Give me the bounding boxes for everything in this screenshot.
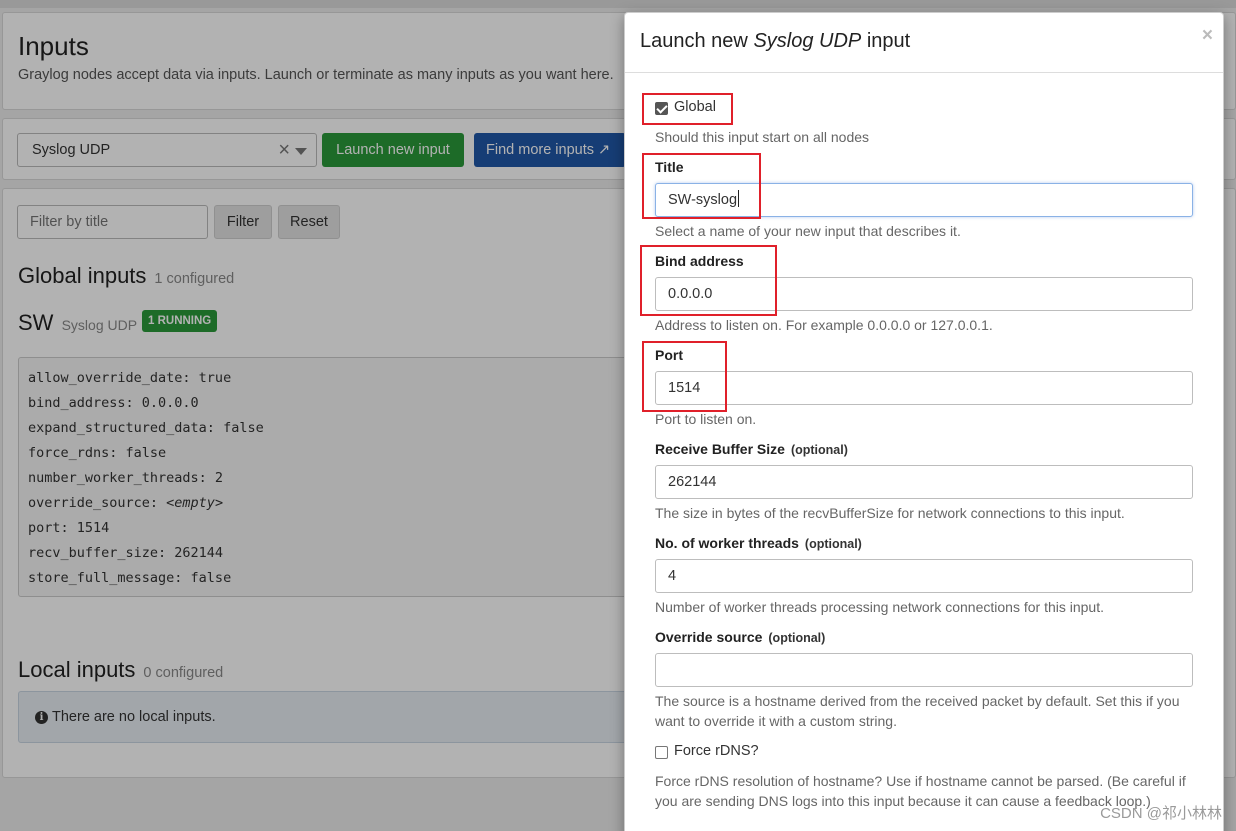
highlight-box-bind-address bbox=[640, 245, 777, 316]
recv-buffer-help: The size in bytes of the recvBufferSize … bbox=[655, 505, 1125, 521]
close-icon[interactable]: × bbox=[1202, 25, 1213, 47]
modal-header: Launch new Syslog UDP input × bbox=[625, 13, 1223, 73]
force-rdns-checkbox[interactable] bbox=[655, 746, 668, 759]
force-rdns-label[interactable]: Force rDNS? bbox=[674, 743, 759, 759]
worker-threads-label-text: No. of worker threads bbox=[655, 535, 799, 551]
highlight-box-global bbox=[642, 93, 733, 125]
worker-threads-input[interactable]: 4 bbox=[655, 559, 1193, 593]
recv-buffer-input[interactable]: 262144 bbox=[655, 465, 1193, 499]
modal-title-type: Syslog UDP bbox=[753, 30, 862, 52]
recv-buffer-label: Receive Buffer Size (optional) bbox=[655, 441, 848, 457]
title-help: Select a name of your new input that des… bbox=[655, 223, 961, 239]
worker-threads-help: Number of worker threads processing netw… bbox=[655, 599, 1104, 615]
bind-address-help: Address to listen on. For example 0.0.0.… bbox=[655, 317, 993, 333]
override-source-help: The source is a hostname derived from th… bbox=[655, 693, 1180, 729]
port-help: Port to listen on. bbox=[655, 411, 757, 427]
watermark: CSDN @祁小林林 bbox=[1100, 805, 1222, 822]
optional-tag: (optional) bbox=[790, 443, 848, 457]
launch-input-modal: Launch new Syslog UDP input × Global Sho… bbox=[624, 12, 1224, 831]
override-source-input[interactable] bbox=[655, 653, 1193, 687]
highlight-box-port bbox=[642, 341, 727, 412]
override-source-label: Override source (optional) bbox=[655, 629, 825, 645]
modal-title-suffix: input bbox=[866, 30, 911, 52]
highlight-box-title bbox=[642, 153, 761, 219]
override-source-label-text: Override source bbox=[655, 629, 763, 645]
modal-title: Launch new Syslog UDP input bbox=[640, 30, 910, 53]
modal-title-prefix: Launch new bbox=[640, 30, 748, 52]
optional-tag: (optional) bbox=[768, 631, 826, 645]
port-input[interactable]: 1514 bbox=[655, 371, 1193, 405]
worker-threads-label: No. of worker threads (optional) bbox=[655, 535, 862, 551]
global-help: Should this input start on all nodes bbox=[655, 129, 870, 145]
recv-buffer-label-text: Receive Buffer Size bbox=[655, 441, 785, 457]
optional-tag: (optional) bbox=[804, 537, 862, 551]
